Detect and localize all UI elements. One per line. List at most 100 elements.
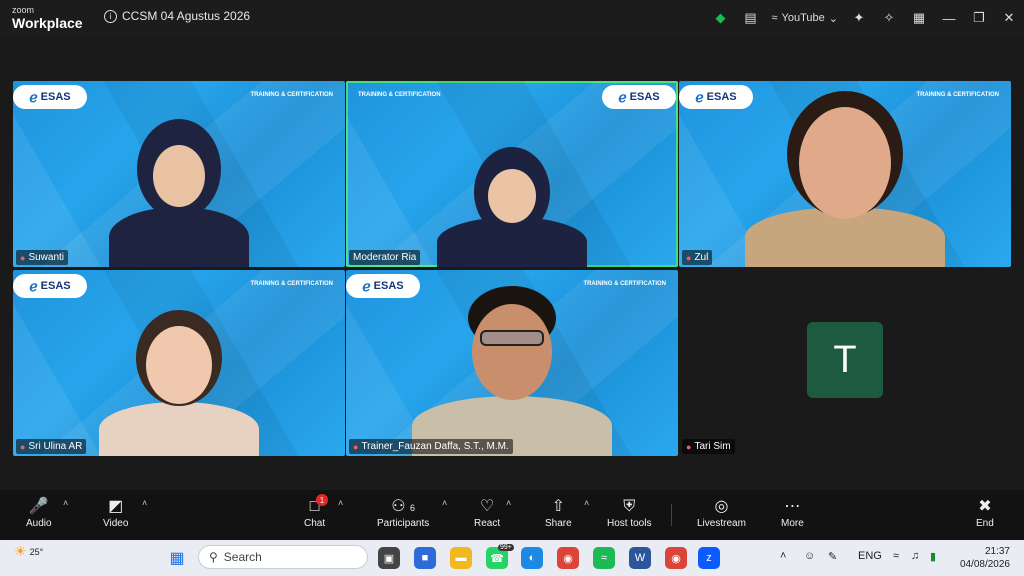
meeting-title: CCSM 04 Agustus 2026	[122, 9, 251, 23]
react-options-caret[interactable]: ˄	[506, 498, 511, 508]
grid-view-icon[interactable]: ▦	[904, 3, 934, 33]
stream-youtube-dropdown[interactable]: ≈ YouTube ⌄	[766, 12, 845, 25]
participants-button[interactable]: ⚇ 6 Participants	[377, 496, 429, 529]
clock-time: 21:37	[984, 546, 1010, 557]
more-icon: ⋯	[784, 498, 801, 515]
participant-name-label: ● Sri Ulina AR	[16, 439, 87, 454]
language-indicator[interactable]: ENG	[858, 550, 882, 562]
participant-tile[interactable]: ℯ ESAS TRAINING & CERTIFICATION ● Sri Ulin…	[13, 270, 345, 456]
participant-figure	[745, 87, 945, 267]
zoom-workplace-logo: zoom Workplace	[12, 5, 83, 31]
edge-icon[interactable]: ◐	[521, 547, 543, 569]
wifi-icon[interactable]: ≈	[893, 550, 899, 562]
participants-options-caret[interactable]: ˄	[442, 498, 447, 508]
participant-tile[interactable]: ℯ ESAS TRAINING & CERTIFICATION Moderator…	[346, 81, 678, 267]
title-bar: zoom Workplace i CCSM 04 Agustus 2026 ◆ …	[0, 0, 1024, 36]
mic-muted-icon: ●	[686, 441, 692, 452]
info-icon[interactable]: i	[104, 9, 117, 23]
microphone-icon: 🎤	[28, 498, 49, 515]
store-icon[interactable]: ■	[414, 547, 436, 569]
mic-muted-icon: ●	[686, 252, 692, 263]
signal-icon: ≈	[771, 12, 778, 24]
minimize-icon[interactable]: —	[934, 3, 964, 33]
livestream-button[interactable]: ◎ Livestream	[697, 496, 746, 529]
taskbar-search[interactable]: ⚲ Search	[198, 545, 368, 569]
notes-icon[interactable]: ▤	[736, 3, 766, 33]
participant-name-label: ● Zul	[682, 250, 713, 265]
participant-name-label: Moderator Ria	[349, 250, 421, 265]
meeting-toolbar: 🎤 Audio ˄ ◩ Video ˄ □ 1 Chat ˄ ⚇ 6 Parti…	[0, 490, 1024, 540]
weather-widget[interactable]: ☀ 25°	[14, 543, 43, 560]
windows-taskbar: ☀ 25° ▦ ⚲ Search ▣ ■ ▬ ☎ 99+ ◐ ◉ ≈ W ◉ z…	[0, 540, 1024, 576]
word-icon[interactable]: W	[629, 547, 651, 569]
meeting-info[interactable]: i CCSM 04 Agustus 2026	[104, 9, 250, 23]
weather-sun-icon: ☀	[14, 543, 27, 559]
audio-options-caret[interactable]: ˄	[63, 498, 68, 508]
esas-logo: ℯ ESAS	[679, 85, 753, 109]
share-options-caret[interactable]: ˄	[584, 498, 589, 508]
toolbar-divider	[671, 504, 672, 526]
spotify-icon[interactable]: ≈	[593, 547, 615, 569]
security-shield-icon[interactable]: ◆	[706, 3, 736, 33]
participant-tile[interactable]: ℯ ESAS TRAINING & CERTIFICATION ● Zul	[679, 81, 1011, 267]
search-placeholder: Search	[223, 550, 262, 564]
brand-big-text: Workplace	[12, 15, 83, 31]
esas-logo: ℯ ESAS	[13, 85, 87, 109]
mic-muted-icon: ●	[353, 441, 359, 452]
participant-figure	[432, 137, 592, 267]
brand-small-text: zoom	[12, 5, 35, 15]
video-gallery: ℯ ESAS TRAINING & CERTIFICATION ● Suwanti …	[0, 36, 1024, 490]
magic-wand-icon[interactable]: ✦	[844, 3, 874, 33]
training-tag: TRAINING & CERTIFICATION	[250, 92, 333, 98]
participant-tile[interactable]: T ● Tari Sim	[679, 270, 1011, 456]
restore-icon[interactable]: ❐	[964, 3, 994, 33]
participant-figure	[99, 107, 259, 267]
host-tools-button[interactable]: ⛨ Host tools	[607, 496, 651, 529]
mic-muted-icon: ●	[20, 441, 26, 452]
task-view-icon[interactable]: ▣	[378, 547, 400, 569]
share-button[interactable]: ⇧ Share	[545, 496, 572, 529]
participant-figure	[412, 286, 612, 456]
chrome-icon[interactable]: ◉	[557, 547, 579, 569]
training-tag: TRAINING & CERTIFICATION	[250, 281, 333, 287]
participants-icon: ⚇ 6	[391, 498, 416, 515]
taskbar-clock[interactable]: 21:37 04/08/2026	[960, 545, 1010, 571]
chrome-profile-icon[interactable]: ◉	[665, 547, 687, 569]
video-options-caret[interactable]: ˄	[142, 498, 147, 508]
chat-button[interactable]: □ 1 Chat	[304, 494, 328, 529]
chat-options-caret[interactable]: ˄	[338, 498, 343, 508]
stream-label: YouTube	[781, 12, 825, 24]
clock-date: 04/08/2026	[959, 559, 1010, 570]
participant-tile[interactable]: ℯ ESAS TRAINING & CERTIFICATION ● Trainer_…	[346, 270, 678, 456]
battery-icon[interactable]: ▮	[930, 550, 936, 563]
sparkle-icon[interactable]: ✧	[874, 3, 904, 33]
zoom-app-icon[interactable]: z	[698, 547, 720, 569]
shield-icon: ⛨	[623, 498, 636, 515]
notification-badge: 99+	[498, 544, 514, 551]
pen-icon[interactable]: ✎	[828, 550, 837, 563]
participant-tile[interactable]: ℯ ESAS TRAINING & CERTIFICATION ● Suwanti	[13, 81, 345, 267]
show-hidden-icons-chevron[interactable]: ˄	[780, 550, 786, 562]
close-icon[interactable]: ✕	[994, 3, 1024, 33]
livestream-icon: ◎	[714, 498, 729, 515]
chevron-down-icon: ⌄	[828, 12, 838, 25]
windows-start-icon[interactable]: ▦	[166, 547, 188, 569]
react-button[interactable]: ♡ React	[474, 496, 500, 529]
mic-muted-icon: ●	[20, 252, 26, 263]
file-explorer-icon[interactable]: ▬	[450, 547, 472, 569]
esas-logo: ℯ ESAS	[13, 274, 87, 298]
end-meeting-button[interactable]: ✖ End	[976, 496, 994, 529]
search-icon: ⚲	[209, 550, 218, 564]
video-button[interactable]: ◩ Video	[103, 496, 128, 529]
volume-icon[interactable]: ♫	[911, 550, 919, 562]
esas-logo: ℯ ESAS	[602, 85, 676, 109]
meet-now-icon[interactable]: ☺	[804, 550, 815, 562]
participant-name-label: ● Tari Sim	[682, 439, 735, 454]
audio-button[interactable]: 🎤 Audio	[26, 496, 52, 529]
heart-icon: ♡	[479, 498, 495, 515]
chat-unread-badge: 1	[316, 494, 328, 506]
end-call-icon: ✖	[978, 498, 992, 515]
share-screen-icon: ⇧	[551, 498, 566, 515]
more-button[interactable]: ⋯ More	[781, 496, 804, 529]
esas-logo: ℯ ESAS	[346, 274, 420, 298]
